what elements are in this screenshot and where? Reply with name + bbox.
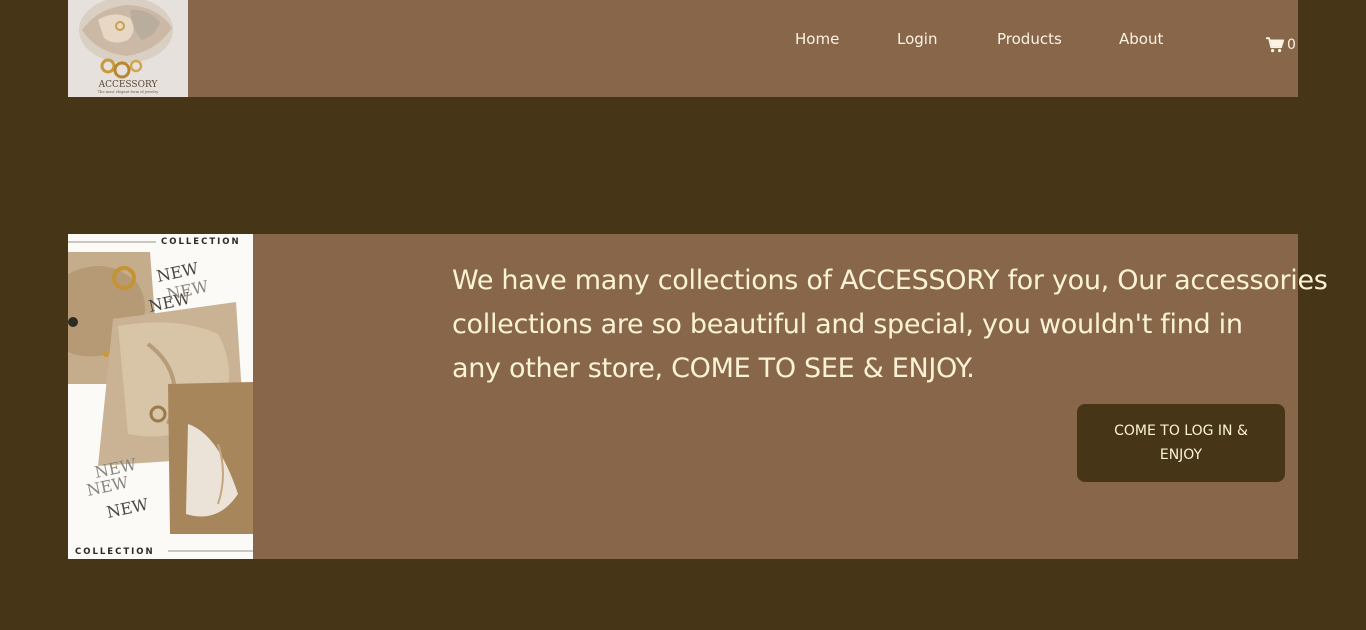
- nav-link-home[interactable]: Home: [795, 30, 839, 48]
- collection-image: COLLECTION NEW NEW NEW NEW NEW NEW COLLE…: [68, 234, 253, 559]
- hero-line-1: We have many collections of ACCESSORY fo…: [452, 265, 1328, 296]
- hero-line-3: any other store, COME TO SEE & ENJOY.: [452, 353, 975, 384]
- shopping-cart-icon: [1266, 37, 1284, 53]
- collection-label-top: COLLECTION: [161, 237, 241, 247]
- nav-link-about[interactable]: About: [1119, 30, 1163, 48]
- hero-line-2: collections are so beautiful and special…: [452, 309, 1243, 340]
- nav-link-products[interactable]: Products: [997, 30, 1062, 48]
- cart-count: 0: [1287, 37, 1296, 53]
- logo-tagline: The most elegant form of jewelry: [98, 90, 159, 94]
- nav-link-login[interactable]: Login: [897, 30, 937, 48]
- hero-description: We have many collections of ACCESSORY fo…: [452, 259, 1328, 391]
- brand-logo[interactable]: ACCESSORY The most elegant form of jewel…: [68, 0, 188, 97]
- logo-image: ACCESSORY The most elegant form of jewel…: [68, 0, 188, 97]
- login-cta-button[interactable]: COME TO LOG IN & ENJOY: [1077, 404, 1285, 482]
- logo-wordmark: ACCESSORY: [98, 80, 159, 90]
- navbar: ACCESSORY The most elegant form of jewel…: [68, 0, 1298, 97]
- collection-label-bottom: COLLECTION: [75, 547, 155, 557]
- cart-button[interactable]: 0: [1266, 37, 1296, 53]
- hero-section: COLLECTION NEW NEW NEW NEW NEW NEW COLLE…: [68, 234, 1328, 559]
